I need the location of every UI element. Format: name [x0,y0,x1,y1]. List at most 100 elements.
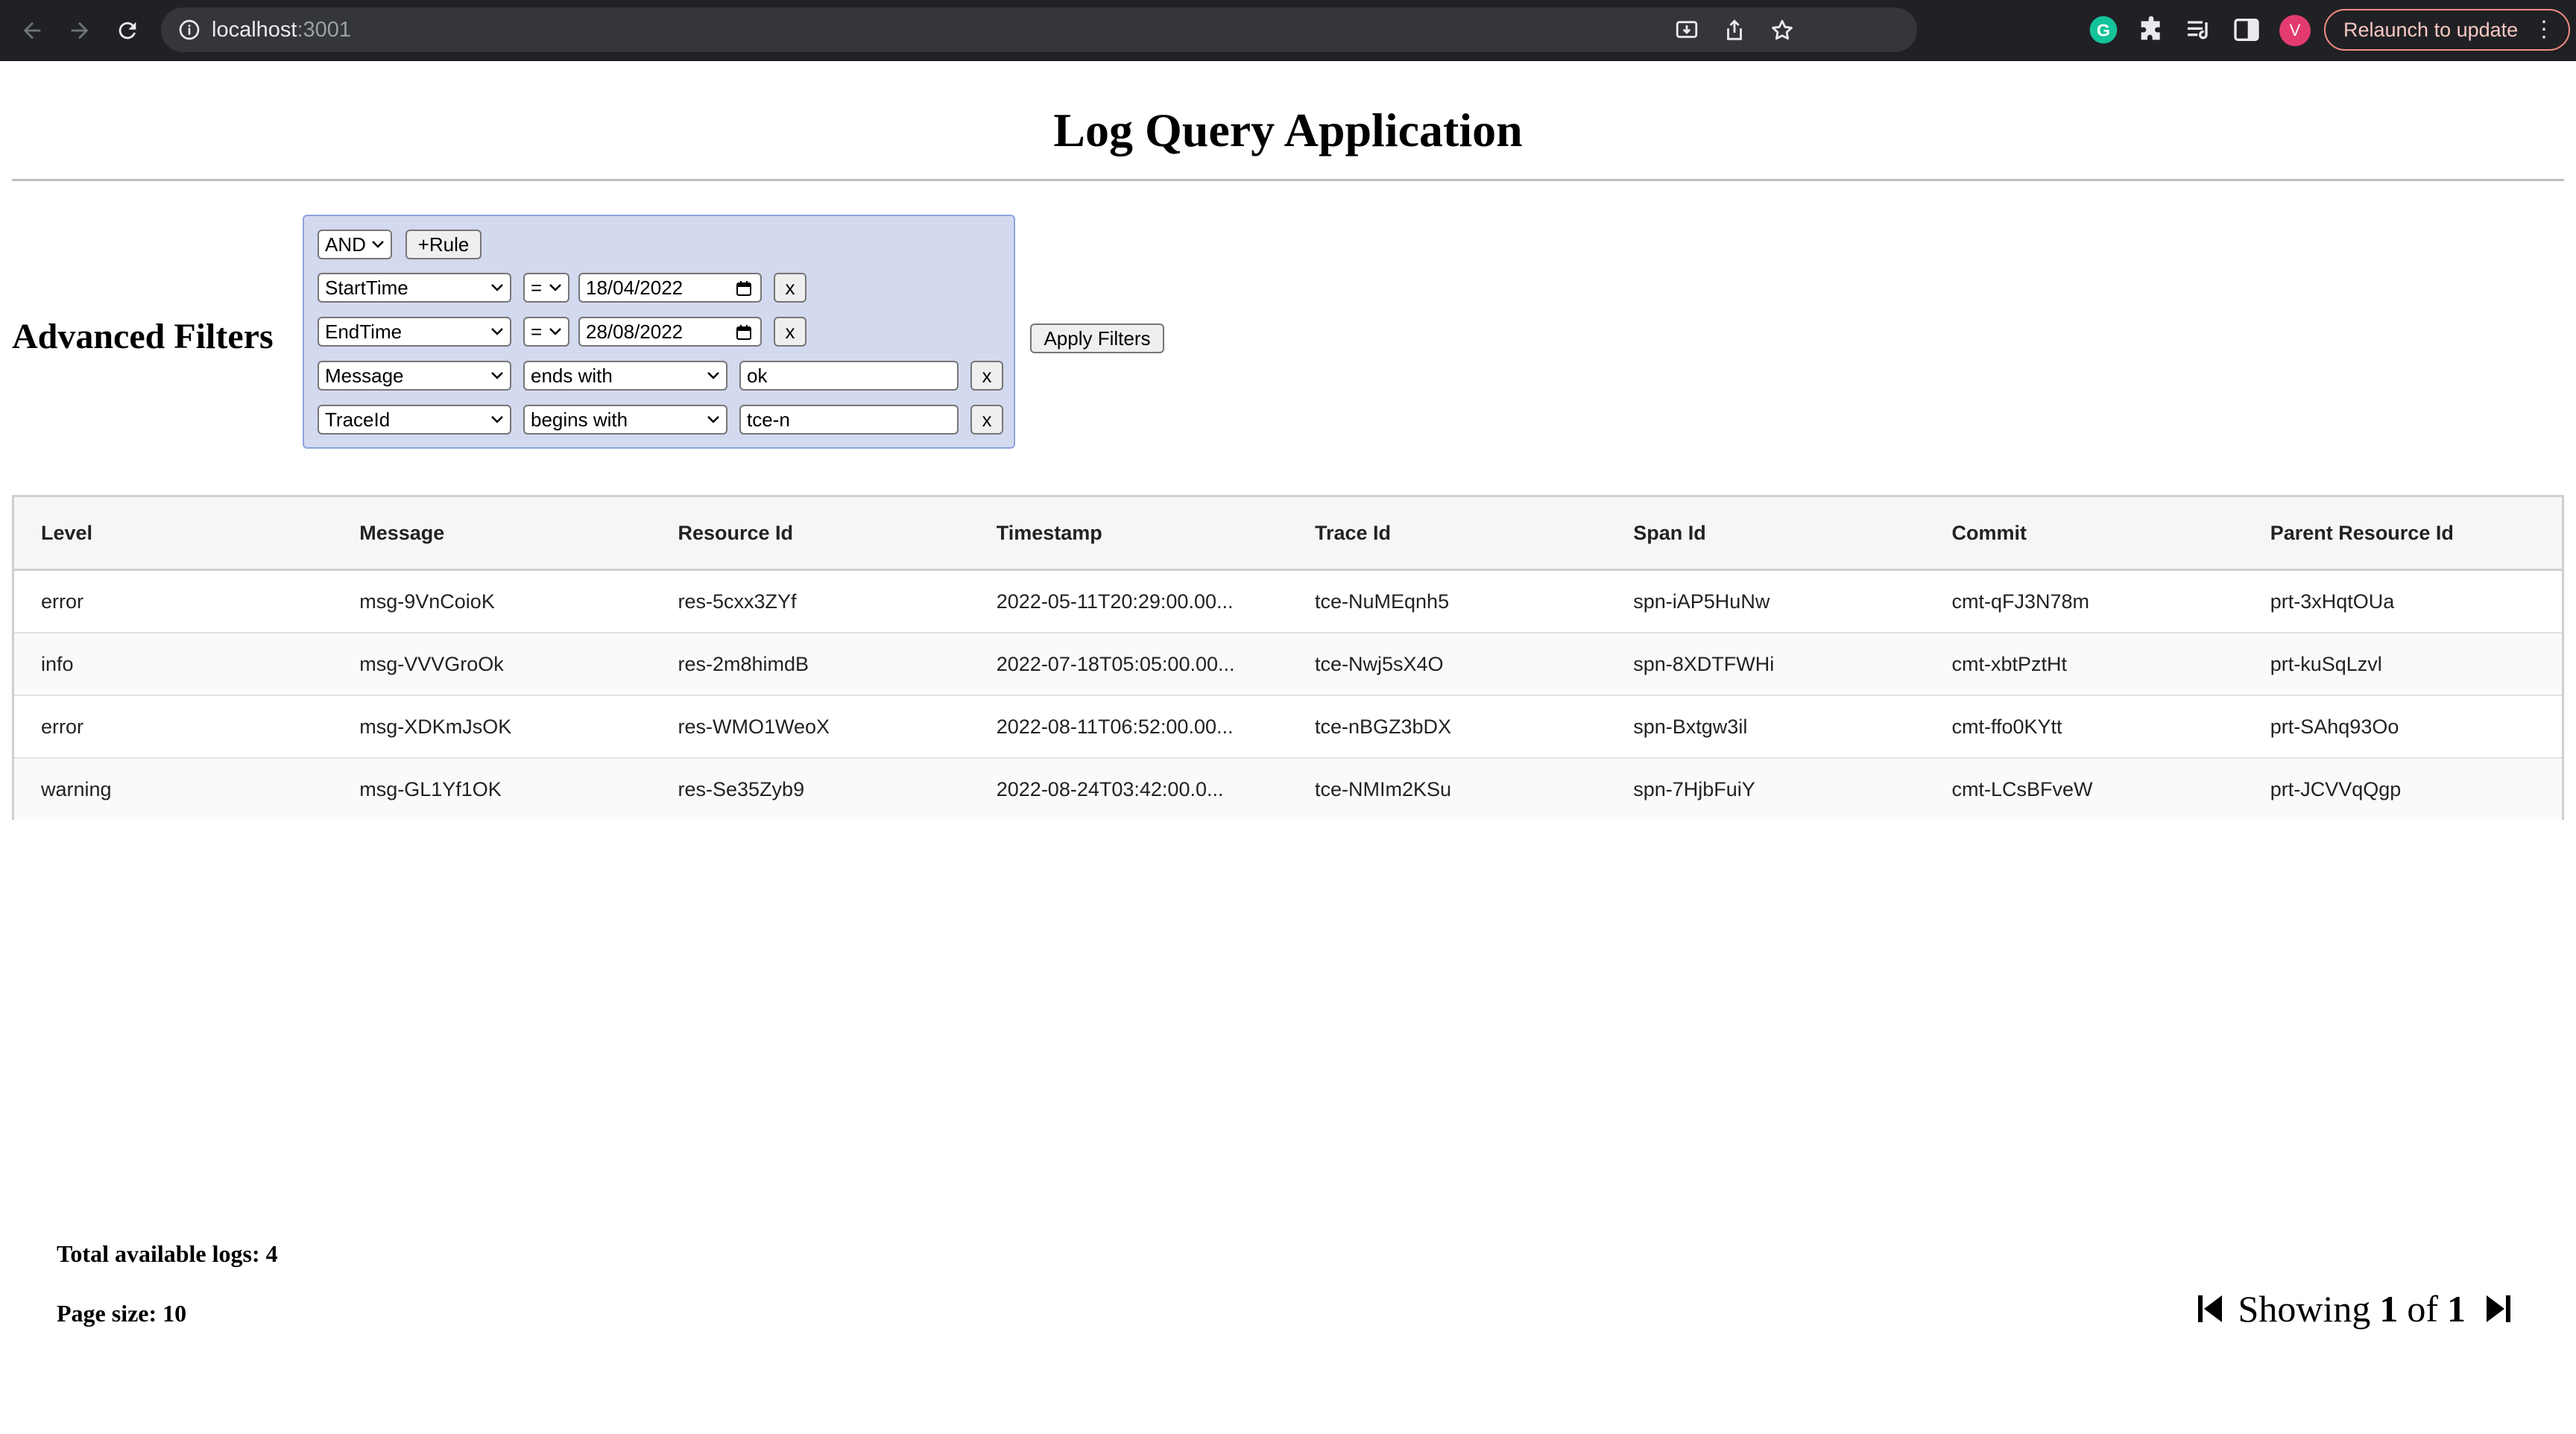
column-header-timestamp[interactable]: Timestamp [969,497,1288,571]
rule-date-input[interactable]: 28/08/2022 [578,317,762,347]
column-header-message[interactable]: Message [332,497,651,571]
rule-field-select[interactable]: EndTime [318,317,511,347]
cell-trace-id: tce-NMIm2KSu [1288,758,1607,820]
rule-field-select[interactable]: Message [318,361,511,391]
install-app-icon[interactable] [1674,18,1699,43]
rule-operator-select[interactable]: ends with [523,361,727,391]
table-row: error msg-9VnCoioK res-5cxx3ZYf 2022-05-… [14,569,2562,634]
cell-parent-resource-id: prt-kuSqLzvl [2243,633,2562,696]
address-bar[interactable]: localhost:3001 [161,7,1917,52]
reload-icon [119,22,136,40]
current-page-number: 1 [2379,1288,2399,1330]
cell-commit: cmt-LCsBFveW [1925,758,2244,820]
remove-rule-button[interactable]: x [970,405,1003,435]
remove-rule-button[interactable]: x [970,361,1003,391]
add-rule-button[interactable]: +Rule [405,230,482,259]
pagination: Showing 1 of 1 [2197,1282,2512,1336]
table-row: info msg-VVVGroOk res-2m8himdB 2022-07-1… [14,633,2562,696]
column-header-trace-id[interactable]: Trace Id [1288,497,1607,571]
column-header-level[interactable]: Level [14,497,333,571]
cell-level: warning [14,758,333,820]
svg-text:G: G [2097,20,2110,40]
cell-level: error [14,695,333,759]
chevron-down-icon [372,241,384,248]
rule-field-value: StartTime [325,277,408,299]
rule-field-select[interactable]: StartTime [318,273,511,303]
rule-operator-select[interactable]: = [523,273,569,303]
relaunch-button[interactable]: Relaunch to update ⋮ [2324,9,2570,51]
total-pages-number: 1 [2447,1288,2466,1330]
last-page-icon[interactable] [2485,1294,2512,1324]
rule-field-select[interactable]: TraceId [318,405,511,435]
cell-trace-id: tce-Nwj5sX4O [1288,633,1607,696]
query-builder: AND +Rule StartTime = 18/04/2022 x EndTi… [303,215,1015,449]
showing-label: Showing [2238,1288,2371,1330]
column-header-span-id[interactable]: Span Id [1606,497,1925,571]
rule-value-input[interactable]: tce-n [739,405,959,435]
cell-parent-resource-id: prt-3xHqtOUa [2243,569,2562,634]
chevron-down-icon [707,372,719,379]
chevron-down-icon [707,416,719,423]
rule-field-value: Message [325,364,404,387]
rule-field-value: TraceId [325,408,391,431]
profile-avatar[interactable]: V [2279,15,2311,46]
chevron-down-icon [491,416,503,423]
grammarly-icon[interactable]: G [2089,15,2118,45]
bookmark-star-icon[interactable] [1770,18,1795,43]
first-page-icon[interactable] [2197,1294,2223,1324]
column-header-commit[interactable]: Commit [1925,497,2244,571]
rule-operator-value: ends with [531,364,613,387]
rule-operator-value: = [531,277,543,299]
reload-button[interactable] [110,13,145,48]
cell-timestamp: 2022-05-11T20:29:00.00... [969,569,1288,634]
calendar-icon[interactable] [735,323,753,341]
cell-message: msg-GL1Yf1OK [332,758,651,820]
info-icon[interactable] [177,18,201,42]
reading-list-icon[interactable] [2184,15,2214,45]
cell-span-id: spn-Bxtgw3il [1606,695,1925,759]
avatar-letter: V [2289,21,2301,40]
arrow-right-icon [71,22,89,40]
calendar-icon[interactable] [735,279,753,297]
more-menu-icon[interactable]: ⋮ [2533,10,2555,49]
cell-timestamp: 2022-08-24T03:42:00.0... [969,758,1288,820]
rule-operator-select[interactable]: begins with [523,405,727,435]
share-icon[interactable] [1722,18,1747,43]
rule-date-input[interactable]: 18/04/2022 [578,273,762,303]
combinator-value: AND [325,233,366,256]
combinator-select[interactable]: AND [318,230,392,259]
cell-message: msg-9VnCoioK [332,569,651,634]
column-header-resource-id[interactable]: Resource Id [651,497,970,571]
extensions-icon[interactable] [2136,15,2166,45]
page-title: Log Query Application [1053,104,1523,157]
chevron-down-icon [549,284,561,291]
table-header-row: Level Message Resource Id Timestamp Trac… [14,497,2562,571]
page-size-label: Page size: 10 [57,1300,187,1327]
filters-heading: Advanced Filters [12,317,274,356]
cell-span-id: spn-8XDTFWHi [1606,633,1925,696]
rule-operator-select[interactable]: = [523,317,569,347]
forward-button[interactable] [63,13,97,48]
rule-date-value: 28/08/2022 [586,320,684,343]
rule-date-value: 18/04/2022 [586,277,684,299]
cell-span-id: spn-iAP5HuNw [1606,569,1925,634]
remove-rule-button[interactable]: x [774,273,806,303]
cell-commit: cmt-qFJ3N78m [1925,569,2244,634]
cell-trace-id: tce-nBGZ3bDX [1288,695,1607,759]
cell-parent-resource-id: prt-JCVVqQgp [2243,758,2562,820]
apply-filters-button[interactable]: Apply Filters [1030,323,1164,353]
chevron-down-icon [491,284,503,291]
cell-commit: cmt-ffo0KYtt [1925,695,2244,759]
column-header-parent-resource-id[interactable]: Parent Resource Id [2243,497,2562,571]
back-button[interactable] [15,13,49,48]
side-panel-icon[interactable] [2232,15,2261,45]
cell-resource-id: res-5cxx3ZYf [651,569,970,634]
cell-message: msg-XDKmJsOK [332,695,651,759]
chevron-down-icon [491,328,503,335]
rule-operator-value: = [531,320,543,343]
cell-span-id: spn-7HjbFuiY [1606,758,1925,820]
chevron-down-icon [491,372,503,379]
rule-value-input[interactable]: ok [739,361,959,391]
cell-timestamp: 2022-07-18T05:05:00.00... [969,633,1288,696]
remove-rule-button[interactable]: x [774,317,806,347]
